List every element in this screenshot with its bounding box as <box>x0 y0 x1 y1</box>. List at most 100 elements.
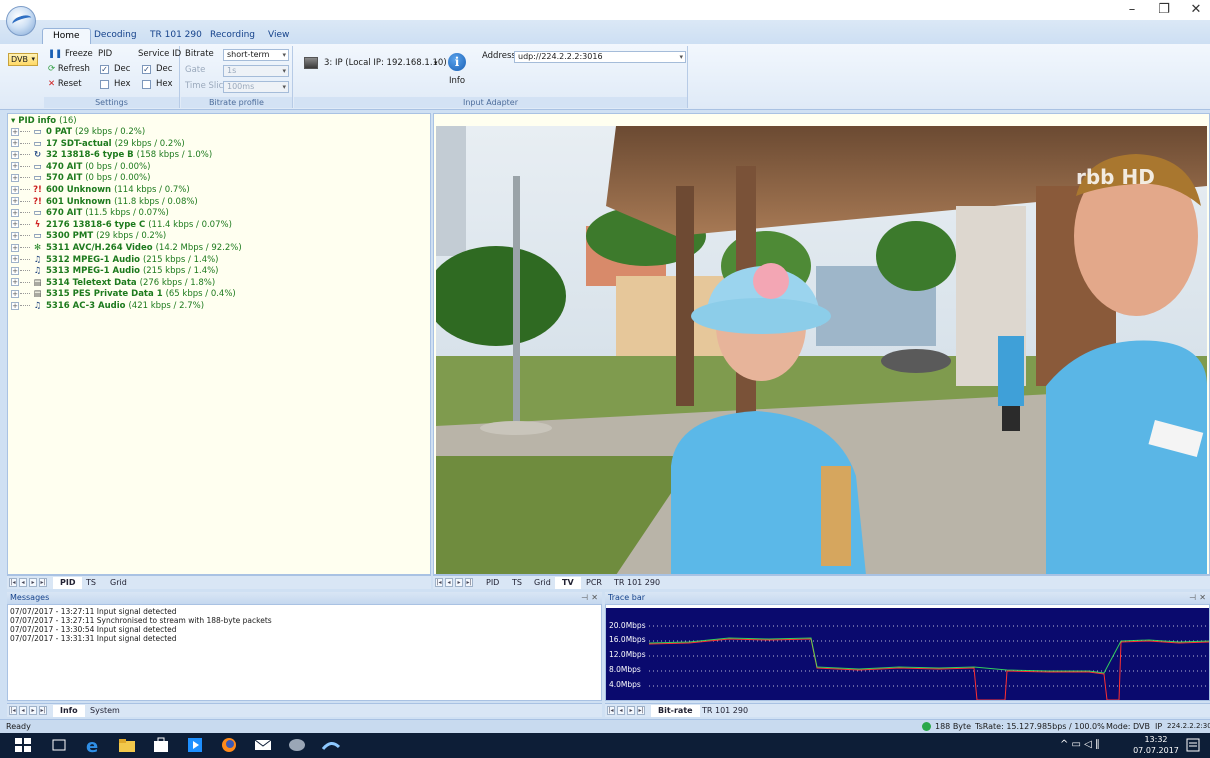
pid-tree-item[interactable]: + ♫ 5313 MPEG-1 Audio (215 kbps / 1.4%) <box>11 266 219 277</box>
dvb-mode-button[interactable]: DVB ▾ <box>8 53 38 66</box>
last-tab-button[interactable]: ▸| <box>39 706 47 715</box>
pid-tree-item[interactable]: + ▭ 17 SDT-actual (29 kbps / 0.2%) <box>11 139 185 150</box>
gate-select[interactable]: 1s ▾ <box>223 65 289 77</box>
address-input[interactable]: udp://224.2.2.2:3016 ▾ <box>514 51 686 63</box>
minimize-button[interactable]: – <box>1116 0 1148 20</box>
first-tab-button[interactable]: |◂ <box>607 706 615 715</box>
pid-tree-item[interactable]: + ♫ 5312 MPEG-1 Audio (215 kbps / 1.4%) <box>11 255 219 266</box>
expand-icon[interactable]: + <box>11 127 19 136</box>
expand-icon[interactable]: + <box>11 185 19 194</box>
timeslice-select[interactable]: 100ms ▾ <box>223 81 289 93</box>
last-tab-button[interactable]: ▸| <box>465 578 473 587</box>
pin-icon[interactable]: ⊣ <box>1189 592 1196 604</box>
expand-icon[interactable]: + <box>11 208 19 217</box>
prev-tab-button[interactable]: ◂ <box>19 706 27 715</box>
pid-tree-item[interactable]: + ✻ 5311 AVC/H.264 Video (14.2 Mbps / 92.2… <box>11 243 242 254</box>
right-tab-pcr[interactable]: PCR <box>579 577 609 589</box>
next-tab-button[interactable]: ▸ <box>29 706 37 715</box>
analyzer-app-icon[interactable] <box>322 737 340 753</box>
next-tab-button[interactable]: ▸ <box>627 706 635 715</box>
right-tab-tv[interactable]: TV <box>555 577 581 589</box>
expand-icon[interactable]: + <box>11 278 19 287</box>
pid-tree-item[interactable]: + ▭ 570 AIT (0 bps / 0.00%) <box>11 173 150 184</box>
expand-icon[interactable]: + <box>11 162 19 171</box>
pid-info-header[interactable]: ▾ PID info (16) <box>11 116 77 126</box>
next-tab-button[interactable]: ▸ <box>455 578 463 587</box>
prev-tab-button[interactable]: ◂ <box>617 706 625 715</box>
service-dec-checkbox[interactable]: ✓ <box>142 65 151 74</box>
right-tab-grid[interactable]: Grid <box>527 577 558 589</box>
notifications-icon[interactable] <box>1184 737 1202 753</box>
trace-tab-bitrate[interactable]: Bit-rate <box>651 705 700 717</box>
clock-date[interactable]: 07.07.2017 <box>1130 746 1182 755</box>
service-hex-checkbox[interactable] <box>142 80 151 89</box>
tab-recording[interactable]: Recording <box>200 28 265 44</box>
windows-start-icon[interactable] <box>14 737 32 753</box>
last-tab-button[interactable]: ▸| <box>39 578 47 587</box>
expand-icon[interactable]: + <box>11 255 19 264</box>
edge-browser-icon[interactable]: e <box>84 737 102 753</box>
tab-view[interactable]: View <box>258 28 299 44</box>
expand-icon[interactable]: + <box>11 150 19 159</box>
reset-button[interactable]: ✕ Reset <box>48 79 82 90</box>
tab-decoding[interactable]: Decoding <box>84 28 147 44</box>
prev-tab-button[interactable]: ◂ <box>445 578 453 587</box>
first-tab-button[interactable]: |◂ <box>9 578 17 587</box>
expand-icon[interactable]: + <box>11 139 19 148</box>
freeze-button[interactable]: ❚❚ Freeze <box>48 49 93 60</box>
adapter-select[interactable]: 3: IP (Local IP: 192.168.1.10) <box>324 58 447 69</box>
first-tab-button[interactable]: |◂ <box>435 578 443 587</box>
bitrate-select[interactable]: short-term ▾ <box>223 49 289 61</box>
last-tab-button[interactable]: ▸| <box>637 706 645 715</box>
close-button[interactable]: ✕ <box>1180 0 1210 20</box>
pid-hex-checkbox[interactable] <box>100 80 109 89</box>
restore-button[interactable]: ❐ <box>1148 0 1180 20</box>
right-tab-tr101290[interactable]: TR 101 290 <box>607 577 667 589</box>
info-icon[interactable]: i <box>448 53 466 71</box>
refresh-button[interactable]: ⟳ Refresh <box>48 64 90 75</box>
messages-tab-system[interactable]: System <box>83 705 127 717</box>
next-tab-button[interactable]: ▸ <box>29 578 37 587</box>
first-tab-button[interactable]: |◂ <box>9 706 17 715</box>
expand-icon[interactable]: + <box>11 173 19 182</box>
pid-tree-item[interactable]: + ϟ 2176 13818-6 type C (11.4 kbps / 0.07%… <box>11 220 232 231</box>
left-tab-grid[interactable]: Grid <box>103 577 134 589</box>
messenger-icon[interactable] <box>288 737 306 753</box>
pid-tree-item[interactable]: +?! 600 Unknown (114 kbps / 0.7%) <box>11 185 190 196</box>
expand-icon[interactable]: + <box>11 243 19 252</box>
store-icon[interactable] <box>152 737 170 753</box>
pid-tree-item[interactable]: + ▭ 5300 PMT (29 kbps / 0.2%) <box>11 231 166 242</box>
expand-icon[interactable]: + <box>11 301 19 310</box>
expand-icon[interactable]: + <box>11 231 19 240</box>
clock-time[interactable]: 13:32 <box>1136 735 1176 744</box>
close-icon[interactable]: ✕ <box>591 592 598 604</box>
expand-icon[interactable]: + <box>11 197 19 206</box>
pin-icon[interactable]: ⊣ <box>581 592 588 604</box>
tray-icons[interactable]: ^ ▭ ◁ ∥ <box>1060 739 1100 750</box>
right-tab-ts[interactable]: TS <box>505 577 529 589</box>
firefox-icon[interactable] <box>220 737 238 753</box>
pid-tree-item[interactable]: + ▭ 670 AIT (11.5 kbps / 0.07%) <box>11 208 169 219</box>
messages-tab-info[interactable]: Info <box>53 705 85 717</box>
pid-tree-item[interactable]: + ▭ 0 PAT (29 kbps / 0.2%) <box>11 127 145 138</box>
expand-icon[interactable]: + <box>11 220 19 229</box>
mail-icon[interactable] <box>254 737 272 753</box>
prev-tab-button[interactable]: ◂ <box>19 578 27 587</box>
media-player-icon[interactable] <box>186 737 204 753</box>
app-menu-button[interactable] <box>6 6 36 36</box>
file-explorer-icon[interactable] <box>118 737 136 753</box>
pid-tree-item[interactable]: + ▤ 5315 PES Private Data 1 (65 kbps / 0.4… <box>11 289 236 300</box>
close-icon[interactable]: ✕ <box>1199 592 1206 604</box>
expand-icon[interactable]: + <box>11 289 19 298</box>
trace-tab-tr101290[interactable]: TR 101 290 <box>695 705 755 717</box>
pid-tree-item[interactable]: + ▤ 5314 Teletext Data (276 kbps / 1.8%) <box>11 278 215 289</box>
left-tab-ts[interactable]: TS <box>79 577 103 589</box>
expand-icon[interactable]: + <box>11 266 19 275</box>
pid-tree-item[interactable]: +?! 601 Unknown (11.8 kbps / 0.08%) <box>11 197 198 208</box>
pid-tree-item[interactable]: + ▭ 470 AIT (0 bps / 0.00%) <box>11 162 150 173</box>
chevron-down-icon[interactable]: ▾ <box>434 58 438 69</box>
right-tab-pid[interactable]: PID <box>479 577 506 589</box>
info-button-label[interactable]: Info <box>449 76 465 87</box>
pid-tree-item[interactable]: + ♫ 5316 AC-3 Audio (421 kbps / 2.7%) <box>11 301 204 312</box>
pid-tree-item[interactable]: + ↻ 32 13818-6 type B (158 kbps / 1.0%) <box>11 150 212 161</box>
